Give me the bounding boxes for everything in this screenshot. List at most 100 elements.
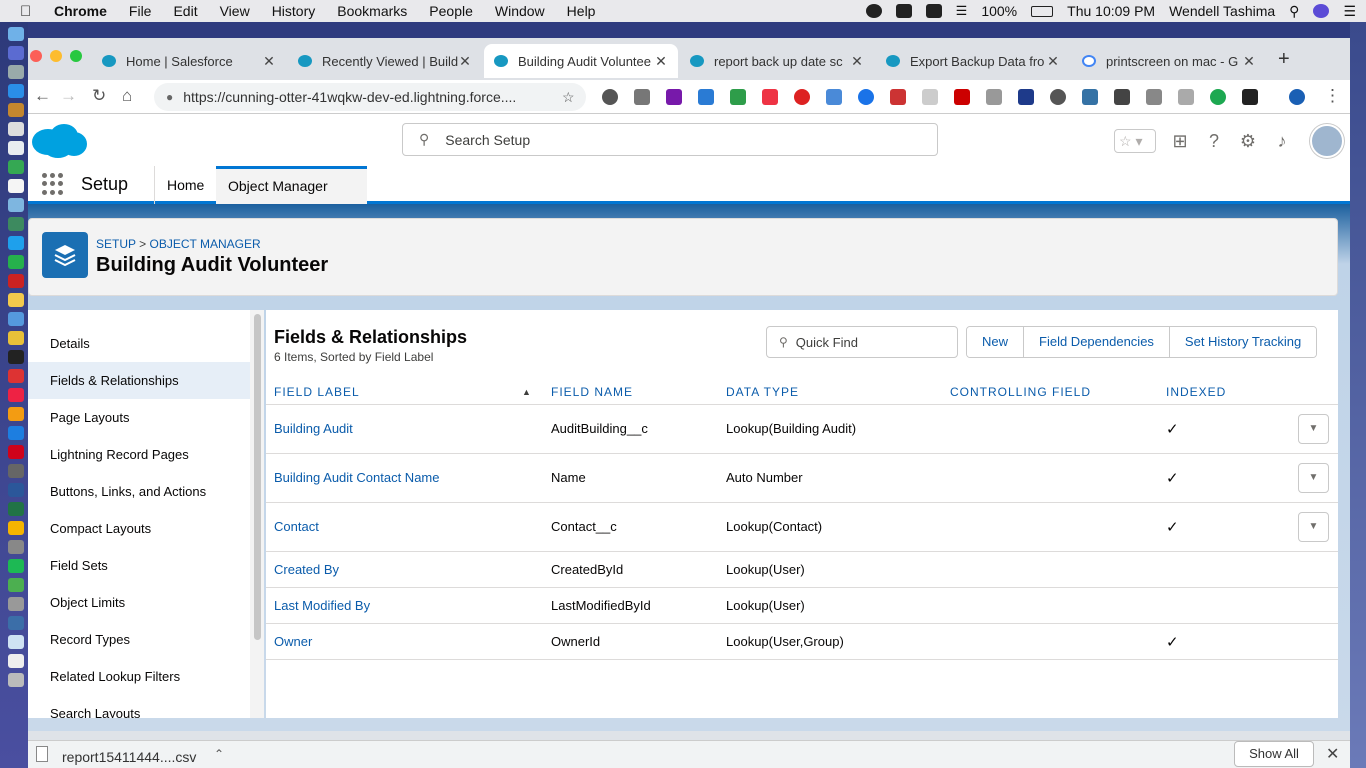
- extension-icon[interactable]: [986, 89, 1002, 105]
- dock-app-icon[interactable]: [8, 84, 24, 98]
- new-tab-button[interactable]: +: [1278, 49, 1296, 69]
- siri-icon[interactable]: [1313, 4, 1330, 18]
- lock-icon[interactable]: ●: [166, 90, 173, 104]
- dock-app-icon[interactable]: [8, 578, 24, 592]
- dock-app-icon[interactable]: [8, 217, 24, 231]
- new-button[interactable]: New: [967, 327, 1025, 357]
- menu-history[interactable]: History: [272, 3, 316, 19]
- extension-icon[interactable]: [922, 89, 938, 105]
- field-label-link[interactable]: Contact: [274, 519, 319, 534]
- column-header-data-type[interactable]: DATA TYPE: [726, 385, 799, 399]
- nav-item-object-manager[interactable]: Object Manager ⌄: [216, 166, 367, 228]
- notifications-bell-icon[interactable]: ♪: [1272, 131, 1292, 151]
- profile-avatar-icon[interactable]: [1289, 89, 1305, 105]
- menu-app-name[interactable]: Chrome: [54, 3, 107, 19]
- dock-app-icon[interactable]: [8, 65, 24, 79]
- browser-tab[interactable]: Recently Viewed | Build ✕: [288, 44, 482, 78]
- browser-tab[interactable]: Export Backup Data fro ✕: [876, 44, 1070, 78]
- home-icon[interactable]: ⌂: [122, 86, 132, 106]
- apple-icon[interactable]: : [20, 3, 36, 20]
- dock-app-icon[interactable]: [8, 559, 24, 573]
- url-text[interactable]: https://cunning-otter-41wqkw-dev-ed.ligh…: [183, 89, 562, 105]
- show-all-downloads-button[interactable]: Show All: [1234, 741, 1314, 767]
- browser-tab[interactable]: printscreen on mac - G ✕: [1072, 44, 1266, 78]
- menu-help[interactable]: Help: [567, 3, 596, 19]
- sidebar-item-fields-relationships[interactable]: Fields & Relationships: [28, 362, 264, 399]
- dock-app-icon[interactable]: [8, 502, 24, 516]
- browser-tab-active[interactable]: Building Audit Voluntee ✕: [484, 44, 678, 78]
- back-icon[interactable]: ←: [34, 86, 51, 106]
- dock-app-icon[interactable]: [8, 464, 24, 478]
- menu-view[interactable]: View: [220, 3, 250, 19]
- trash-icon[interactable]: [8, 673, 24, 687]
- nav-item-home[interactable]: Home: [155, 166, 216, 204]
- field-label-link[interactable]: Owner: [274, 634, 312, 649]
- extension-icon[interactable]: [1114, 89, 1130, 105]
- download-item[interactable]: report15411444....csv: [62, 749, 196, 765]
- extension-icon[interactable]: [858, 89, 874, 105]
- menu-bookmarks[interactable]: Bookmarks: [337, 3, 407, 19]
- dock-app-icon[interactable]: [8, 483, 24, 497]
- bookmark-star-icon[interactable]: ☆: [562, 89, 586, 106]
- user-avatar[interactable]: [1310, 124, 1344, 158]
- sidebar-item-record-types[interactable]: Record Types: [28, 621, 264, 658]
- menu-file[interactable]: File: [129, 3, 152, 19]
- column-header-controlling-field[interactable]: CONTROLLING FIELD: [950, 385, 1091, 399]
- minimize-window-button[interactable]: [50, 50, 62, 62]
- forward-icon[interactable]: →: [60, 86, 77, 106]
- status-icon[interactable]: [895, 4, 912, 18]
- menu-window[interactable]: Window: [495, 3, 545, 19]
- row-actions-dropdown[interactable]: ▼: [1298, 512, 1329, 542]
- extension-icon[interactable]: [794, 89, 810, 105]
- extension-icon[interactable]: [1210, 89, 1226, 105]
- close-tab-icon[interactable]: ✕: [1242, 53, 1256, 70]
- dock-app-icon[interactable]: [8, 160, 24, 174]
- breadcrumb-object-manager-link[interactable]: OBJECT MANAGER: [150, 237, 261, 251]
- sidebar-scrollbar[interactable]: [250, 310, 264, 718]
- scrollbar-thumb[interactable]: [254, 314, 261, 640]
- close-window-button[interactable]: [30, 50, 42, 62]
- column-header-field-label[interactable]: FIELD LABEL: [274, 385, 360, 399]
- dock-app-icon[interactable]: [8, 198, 24, 212]
- battery-icon[interactable]: [1031, 5, 1054, 17]
- reload-icon[interactable]: ↻: [92, 86, 106, 106]
- menu-edit[interactable]: Edit: [173, 3, 197, 19]
- dock-app-icon[interactable]: [8, 236, 24, 250]
- sidebar-item-compact-layouts[interactable]: Compact Layouts: [28, 510, 264, 547]
- extension-icon[interactable]: [954, 89, 970, 105]
- help-icon[interactable]: ?: [1204, 131, 1224, 151]
- extension-icon[interactable]: [826, 89, 842, 105]
- extension-icon[interactable]: [1242, 89, 1258, 105]
- extension-icon[interactable]: [634, 89, 650, 105]
- sidebar-item-page-layouts[interactable]: Page Layouts: [28, 399, 264, 436]
- dock-app-icon[interactable]: [8, 654, 24, 668]
- breadcrumb-setup-link[interactable]: SETUP: [96, 237, 136, 251]
- chrome-menu-icon[interactable]: ⋮: [1324, 86, 1341, 106]
- sidebar-item-object-limits[interactable]: Object Limits: [28, 584, 264, 621]
- extension-icon[interactable]: [698, 89, 714, 105]
- sidebar-item-lightning-record-pages[interactable]: Lightning Record Pages: [28, 436, 264, 473]
- close-tab-icon[interactable]: ✕: [262, 53, 276, 70]
- dock-app-icon[interactable]: [8, 122, 24, 136]
- field-label-link[interactable]: Created By: [274, 562, 339, 577]
- dock-app-icon[interactable]: [8, 293, 24, 307]
- battery-percent[interactable]: 100%: [981, 3, 1017, 19]
- notification-center-icon[interactable]: ☰: [1343, 3, 1356, 20]
- sidebar-item-related-lookup-filters[interactable]: Related Lookup Filters: [28, 658, 264, 695]
- sidebar-item-field-sets[interactable]: Field Sets: [28, 547, 264, 584]
- status-icon[interactable]: [925, 4, 942, 18]
- set-history-tracking-button[interactable]: Set History Tracking: [1169, 327, 1317, 357]
- close-tab-icon[interactable]: ✕: [850, 53, 864, 70]
- dock-app-icon[interactable]: [8, 103, 24, 117]
- dock-app-icon[interactable]: [8, 635, 24, 649]
- field-label-link[interactable]: Building Audit Contact Name: [274, 470, 439, 485]
- salesforce-logo[interactable]: [30, 120, 88, 160]
- dock-app-icon[interactable]: [8, 27, 24, 41]
- dock-app-icon[interactable]: [8, 616, 24, 630]
- browser-tab[interactable]: Home | Salesforce ✕: [92, 44, 286, 78]
- clock[interactable]: Thu 10:09 PM: [1067, 3, 1155, 19]
- field-label-link[interactable]: Building Audit: [274, 421, 353, 436]
- user-name[interactable]: Wendell Tashima: [1169, 3, 1275, 19]
- zoom-window-button[interactable]: [70, 50, 82, 62]
- wifi-icon[interactable]: ☰: [956, 3, 968, 19]
